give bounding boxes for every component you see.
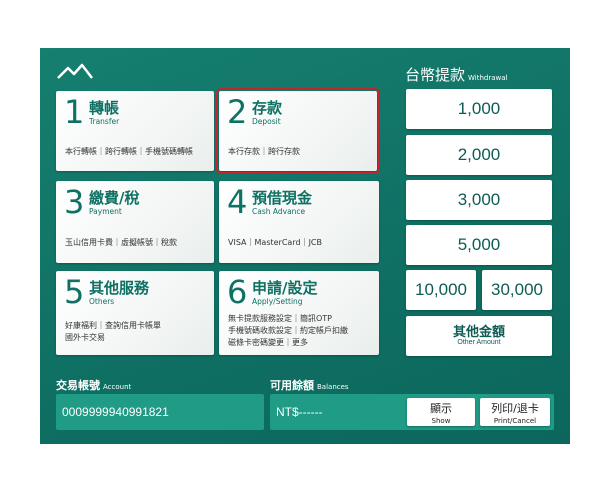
withdrawal-title-en: Withdrawal — [468, 74, 508, 82]
print-cancel-label-zh: 列印/退卡 — [491, 402, 539, 415]
payment-button[interactable]: 3 繳費/稅 Payment 玉山信用卡費｜虛擬帳號｜稅款 — [56, 181, 214, 263]
amount-1000-button[interactable]: 1,000 — [406, 89, 552, 129]
amount-30000-button[interactable]: 30,000 — [482, 270, 552, 310]
other-amount-button[interactable]: 其他金額 Other Amount — [406, 316, 552, 356]
payment-options: 玉山信用卡費｜虛擬帳號｜稅款 — [65, 238, 177, 247]
apply-setting-title: 申請/設定 — [252, 279, 318, 297]
amount-10000-button[interactable]: 10,000 — [406, 270, 476, 310]
account-label-zh: 交易帳號 — [56, 379, 100, 392]
apply-setting-button[interactable]: 6 申請/設定 Apply/Setting 無卡提款服務設定｜簡訊OTP 手機號… — [219, 271, 379, 355]
account-label-en: Account — [103, 383, 132, 391]
other-amount-label-en: Other Amount — [457, 339, 501, 346]
account-number: 0009999940991821 — [62, 405, 169, 419]
print-cancel-button[interactable]: 列印/退卡 Print/Cancel — [480, 398, 550, 426]
others-options-line-1: 好康福利｜查詢信用卡帳單 — [65, 321, 161, 330]
amount-3000-button[interactable]: 3,000 — [406, 180, 552, 220]
deposit-options: 本行存款｜跨行存款 — [228, 147, 300, 156]
deposit-subtitle: Deposit — [252, 117, 281, 126]
apply-setting-number: 6 — [227, 273, 248, 311]
cash-advance-title: 預借現金 — [252, 189, 313, 207]
transfer-subtitle: Transfer — [89, 117, 120, 126]
balance-label-en: Balances — [317, 383, 349, 391]
deposit-number: 2 — [227, 93, 248, 131]
payment-subtitle: Payment — [89, 207, 122, 216]
amount-2000-button[interactable]: 2,000 — [406, 135, 552, 175]
cash-advance-options: VISA｜MasterCard｜JCB — [228, 238, 322, 247]
balance-label: 可用餘額 Balances — [270, 377, 349, 393]
bank-logo-icon — [57, 63, 93, 79]
show-button-label-zh: 顯示 — [430, 402, 452, 415]
transfer-title: 轉帳 — [89, 99, 120, 117]
transfer-button[interactable]: 1 轉帳 Transfer 本行轉帳｜跨行轉帳｜手機號碼轉帳 — [56, 91, 214, 171]
payment-number: 3 — [64, 183, 85, 221]
others-button[interactable]: 5 其他服務 Others 好康福利｜查詢信用卡帳單 國外卡交易 — [56, 271, 214, 355]
deposit-title: 存款 — [252, 99, 283, 117]
apply-setting-options-line-1: 無卡提款服務設定｜簡訊OTP — [228, 314, 333, 323]
account-label: 交易帳號 Account — [56, 377, 131, 393]
transfer-options: 本行轉帳｜跨行轉帳｜手機號碼轉帳 — [65, 147, 193, 156]
cash-advance-number: 4 — [227, 183, 248, 221]
apply-setting-options-line-2: 手機號碼收款設定｜約定帳戶扣繳 — [228, 326, 348, 335]
account-field: 0009999940991821 — [56, 394, 264, 430]
balance-label-zh: 可用餘額 — [270, 379, 314, 392]
other-amount-label-zh: 其他金額 — [452, 324, 505, 339]
withdrawal-title: 台幣提款 Withdrawal — [405, 64, 507, 85]
print-cancel-label-en: Print/Cancel — [493, 417, 537, 425]
amount-5000-button[interactable]: 5,000 — [406, 225, 552, 265]
atm-screen: 1 轉帳 Transfer 本行轉帳｜跨行轉帳｜手機號碼轉帳 2 存款 Depo… — [40, 48, 570, 444]
payment-title: 繳費/稅 — [89, 189, 140, 207]
cash-advance-subtitle: Cash Advance — [252, 207, 306, 216]
withdrawal-title-zh: 台幣提款 — [405, 66, 466, 84]
transfer-number: 1 — [64, 93, 85, 131]
cash-advance-button[interactable]: 4 預借現金 Cash Advance VISA｜MasterCard｜JCB — [219, 181, 379, 263]
apply-setting-subtitle: Apply/Setting — [252, 297, 303, 306]
apply-setting-options-line-3: 磁條卡密碼變更｜更多 — [228, 338, 308, 347]
balance-value: NT$------ — [276, 405, 323, 419]
show-button[interactable]: 顯示 Show — [407, 398, 475, 426]
others-number: 5 — [64, 273, 85, 311]
others-title: 其他服務 — [89, 279, 150, 297]
deposit-button[interactable]: 2 存款 Deposit 本行存款｜跨行存款 — [216, 88, 380, 174]
others-options-line-2: 國外卡交易 — [65, 333, 105, 342]
show-button-label-en: Show — [431, 417, 451, 425]
others-subtitle: Others — [89, 297, 115, 306]
